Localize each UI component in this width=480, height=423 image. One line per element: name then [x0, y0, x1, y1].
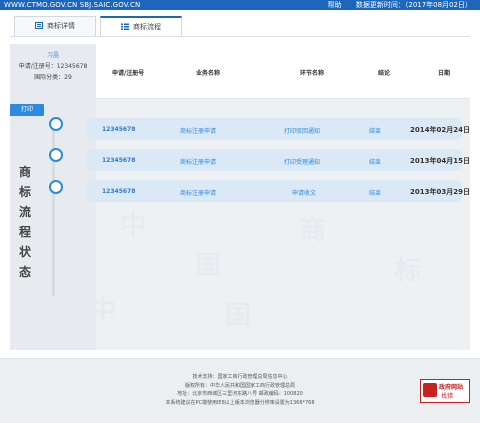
timeline-node	[49, 148, 63, 162]
footer-address: 地址：北京市西城区三里河东路八号 邮政编码：100820	[177, 391, 303, 397]
row-reg-no: 12345678	[102, 188, 136, 195]
process-row: 12345678 商标注册申请 打印受理通知 结束 2013年04月15日	[86, 149, 470, 171]
document-icon	[35, 22, 43, 29]
header-step: 环节名称	[300, 70, 325, 77]
tab-trademark-details[interactable]: 商标详情	[14, 16, 96, 36]
badge-title: 政府网站	[439, 384, 464, 391]
row-step: 打印驳回通知	[284, 128, 321, 135]
header-result: 结论	[378, 70, 391, 77]
timeline-node	[49, 117, 63, 131]
header-business: 业务名称	[196, 70, 221, 77]
row-business: 商标注册申请	[180, 159, 217, 166]
row-date: 2013年04月15日	[410, 157, 470, 165]
row-step: 打印受理通知	[284, 159, 321, 166]
row-date: 2014年02月24日	[410, 126, 470, 134]
process-row: 12345678 商标注册申请 申请收文 结束 2013年03月29日	[86, 180, 470, 202]
gov-site-error-badge[interactable]: 政府网站 找错	[420, 379, 470, 403]
print-button[interactable]: 打印	[10, 104, 44, 116]
process-row: 12345678 商标注册申请 打印驳回通知 结束 2014年02月24日	[86, 118, 470, 140]
row-result: 结束	[369, 159, 382, 166]
footer-copyright: 版权所有：中华人民共和国国家工商行政管理总局	[184, 382, 295, 389]
watermark: 国	[225, 301, 252, 331]
tab-bar: 商标详情 商标流程	[10, 16, 470, 37]
table-header: 申请/注册号 业务名称 环节名称 结论 日期	[96, 44, 470, 99]
badge-subtitle: 找错	[441, 393, 454, 400]
watermark: 商	[300, 216, 327, 246]
row-date: 2013年03月29日	[410, 188, 470, 196]
header-reg-no: 申请/注册号	[112, 70, 145, 77]
applicant-class: 国际分类：29	[34, 74, 72, 81]
gov-emblem-icon	[423, 383, 437, 397]
site-url: WWW.CTMO.GOV.CN SBJ.SAIC.GOV.CN	[4, 1, 141, 9]
tab-trademark-process[interactable]: 商标流程	[100, 16, 182, 36]
applicant-name: 习晶	[46, 52, 59, 59]
tab-label: 商标流程	[133, 23, 161, 31]
applicant-info: 习晶 申请/注册号：12345678 国际分类：29	[10, 50, 96, 83]
process-status-label: 商 标 流 程 状 态	[18, 165, 31, 279]
timeline-node	[49, 180, 63, 194]
applicant-reg-no: 申请/注册号：12345678	[18, 63, 88, 70]
watermark: 国	[195, 251, 222, 281]
row-business: 商标注册申请	[180, 128, 217, 135]
top-bar: WWW.CTMO.GOV.CN SBJ.SAIC.GOV.CN 帮助 数据更新时…	[0, 0, 480, 10]
footer-tech-support: 技术支持：国家工商行政管理总局信息中心	[192, 374, 288, 380]
help-link[interactable]: 帮助	[328, 1, 342, 9]
update-time: 数据更新时间：（2017年08月02日）	[355, 1, 472, 9]
watermark: 标	[395, 256, 422, 286]
row-reg-no: 12345678	[102, 157, 136, 164]
footer-browser-note: 本系统建议在PC端使用IE8以上版本浏览器分辨率设置为1366*768	[165, 399, 315, 406]
footer: 技术支持：国家工商行政管理总局信息中心 版权所有：中华人民共和国国家工商行政管理…	[0, 358, 480, 423]
list-icon	[121, 23, 129, 30]
row-business: 商标注册申请	[180, 190, 217, 197]
tab-label: 商标详情	[47, 22, 75, 30]
row-result: 结束	[369, 128, 382, 135]
row-reg-no: 12345678	[102, 126, 136, 133]
row-step: 申请收文	[292, 190, 317, 197]
watermark: 中	[90, 296, 117, 326]
row-result: 结束	[369, 190, 382, 197]
watermark: 中	[120, 211, 147, 241]
header-date: 日期	[438, 70, 451, 77]
